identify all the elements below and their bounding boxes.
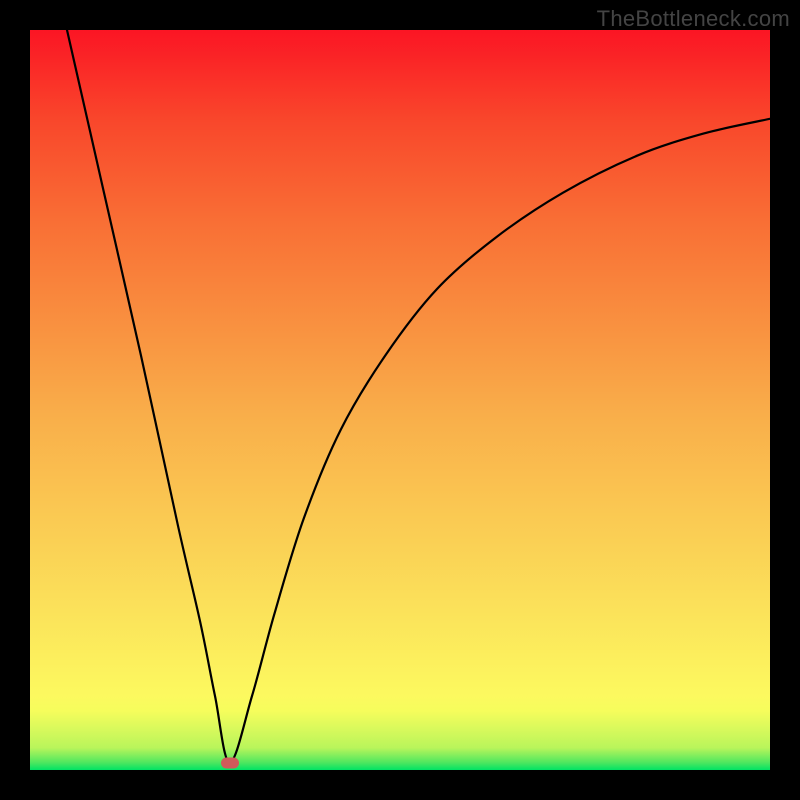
watermark-text: TheBottleneck.com (597, 6, 790, 32)
curve-svg (30, 30, 770, 770)
chart-plot-area (30, 30, 770, 770)
bottleneck-marker (221, 757, 239, 768)
curve-path (67, 30, 770, 763)
chart-frame: TheBottleneck.com (0, 0, 800, 800)
